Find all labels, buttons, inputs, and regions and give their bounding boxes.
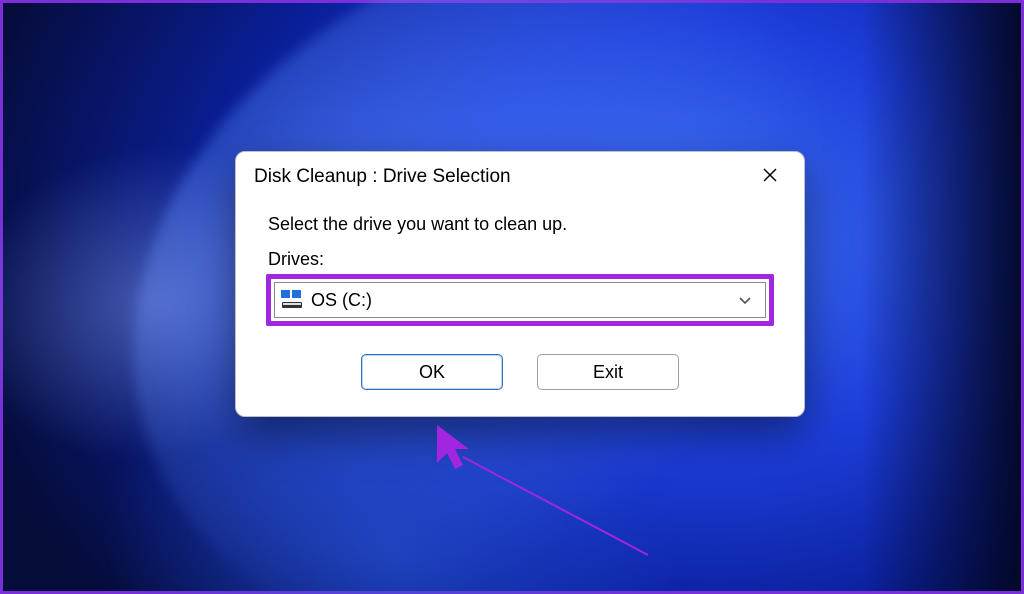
dialog-title: Disk Cleanup : Drive Selection xyxy=(254,166,511,188)
dialog-prompt: Select the drive you want to clean up. xyxy=(268,214,774,235)
dialog-titlebar: Disk Cleanup : Drive Selection xyxy=(236,152,804,198)
annotation-cursor-icon xyxy=(433,423,475,480)
annotation-trail xyxy=(453,447,663,567)
exit-button-label: Exit xyxy=(593,362,623,383)
chevron-down-icon xyxy=(737,292,753,308)
dialog-button-row: OK Exit xyxy=(266,354,774,390)
selected-drive-text: OS (C:) xyxy=(311,290,729,311)
drive-icon xyxy=(281,290,303,310)
ok-button-label: OK xyxy=(419,362,445,383)
exit-button[interactable]: Exit xyxy=(537,354,679,390)
desktop-wallpaper: Disk Cleanup : Drive Selection Select th… xyxy=(0,0,1024,594)
ok-button[interactable]: OK xyxy=(361,354,503,390)
annotation-highlight: OS (C:) xyxy=(266,274,774,326)
drives-combobox[interactable]: OS (C:) xyxy=(274,282,766,318)
drives-label: Drives: xyxy=(268,249,774,270)
disk-cleanup-dialog: Disk Cleanup : Drive Selection Select th… xyxy=(235,151,805,417)
close-button[interactable] xyxy=(750,162,790,192)
close-icon xyxy=(763,168,777,187)
